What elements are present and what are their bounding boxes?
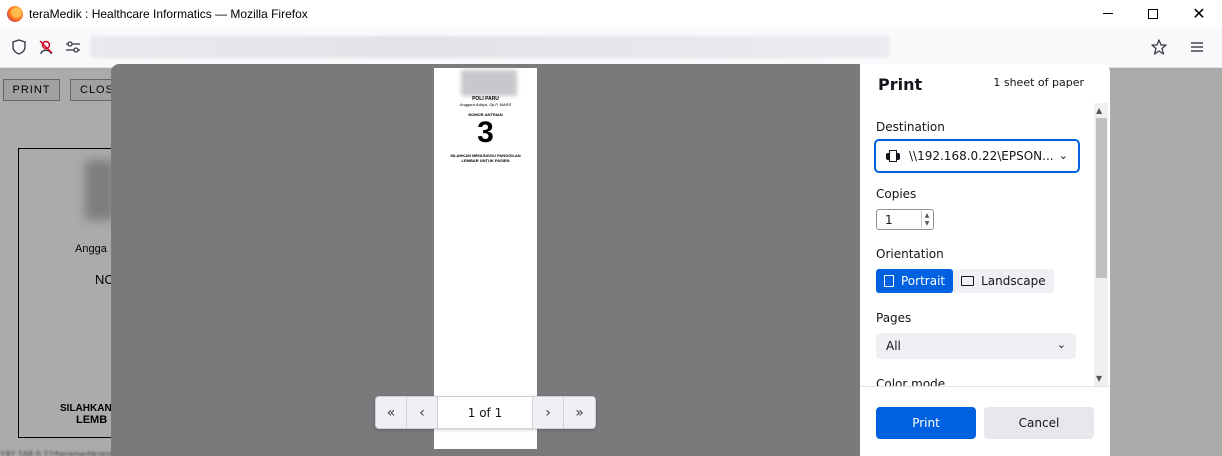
scrollbar-thumb[interactable]	[1096, 118, 1107, 278]
preview-logo-blurred	[461, 70, 517, 96]
minimize-button[interactable]	[1085, 0, 1131, 27]
prev-page-button[interactable]: ‹	[407, 397, 438, 428]
double-chevron-right-icon: »	[575, 404, 584, 421]
scroll-down-icon[interactable]: ▼	[1096, 374, 1102, 383]
window-titlebar: teraMedik : Healthcare Informatics — Moz…	[0, 0, 1222, 27]
copies-input[interactable]: 1 ▲ ▼	[876, 209, 934, 230]
bookmark-star-icon[interactable]	[1150, 38, 1168, 56]
pages-select[interactable]: All ⌄	[876, 333, 1076, 359]
chevron-left-icon: ‹	[419, 404, 425, 421]
portrait-icon	[884, 275, 894, 287]
page-navigator: « ‹ 1 of 1 › »	[375, 396, 596, 429]
landscape-label: Landscape	[981, 274, 1046, 288]
preview-doctor: Anggara Aditya, Sp.P, MARS	[459, 102, 512, 107]
chevron-down-icon: ⌄	[1058, 149, 1068, 162]
preview-note-2: LEMBAR UNTUK PASIEN	[461, 158, 510, 163]
shield-icon[interactable]	[10, 38, 28, 56]
destination-value: \\192.168.0.22\EPSON...	[909, 149, 1054, 163]
double-chevron-left-icon: «	[386, 404, 396, 421]
copies-value: 1	[885, 212, 893, 227]
copies-stepper[interactable]: ▲ ▼	[921, 211, 932, 228]
permissions-icon[interactable]	[64, 38, 82, 56]
color-mode-label: Color mode	[876, 377, 946, 386]
pages-value: All	[886, 339, 901, 353]
preview-queue-number: 3	[477, 116, 494, 149]
pages-chevron-down-icon: ⌄	[1056, 338, 1066, 351]
spin-up-icon: ▲	[924, 211, 930, 219]
scroll-up-icon[interactable]: ▲	[1096, 106, 1102, 115]
close-icon: ✕	[1192, 3, 1206, 23]
orientation-toggle: Portrait Landscape	[876, 269, 1054, 293]
print-button[interactable]: Print	[876, 407, 976, 439]
tracking-protection-icon[interactable]	[37, 38, 55, 56]
portrait-label: Portrait	[901, 274, 946, 288]
close-window-button[interactable]: ✕	[1176, 0, 1222, 27]
maximize-button[interactable]	[1130, 0, 1176, 27]
spin-down-icon: ▼	[924, 220, 930, 228]
url-bar[interactable]	[90, 36, 890, 58]
first-page-button[interactable]: «	[376, 397, 407, 428]
next-page-button[interactable]: ›	[533, 397, 564, 428]
firefox-logo-icon	[7, 5, 23, 22]
print-settings-panel: Print 1 sheet of paper Destination \\192…	[860, 64, 1110, 456]
preview-page-sheet: POLI PARU Anggara Aditya, Sp.P, MARS NOM…	[434, 68, 537, 449]
orientation-label: Orientation	[876, 247, 944, 261]
last-page-button[interactable]: »	[564, 397, 595, 428]
maximize-icon	[1148, 8, 1158, 19]
print-panel-footer: Print Cancel	[860, 386, 1110, 456]
printer-icon	[886, 150, 900, 162]
window-title: teraMedik : Healthcare Informatics — Moz…	[29, 6, 308, 21]
destination-label: Destination	[876, 120, 945, 134]
landscape-icon	[961, 276, 975, 286]
sheet-count: 1 sheet of paper	[993, 76, 1084, 89]
pages-label: Pages	[876, 311, 912, 325]
chevron-right-icon: ›	[545, 404, 551, 421]
copies-label: Copies	[876, 187, 917, 201]
print-panel-header: Print 1 sheet of paper	[860, 64, 1110, 104]
page-indicator: 1 of 1	[438, 397, 533, 428]
menu-hamburger-icon[interactable]	[1188, 38, 1206, 56]
minimize-icon	[1103, 13, 1113, 14]
landscape-button[interactable]: Landscape	[953, 269, 1053, 293]
destination-select[interactable]: \\192.168.0.22\EPSON... ⌄	[874, 139, 1080, 173]
portrait-button[interactable]: Portrait	[876, 269, 954, 293]
print-panel-title: Print	[878, 75, 923, 94]
cancel-button[interactable]: Cancel	[984, 407, 1094, 439]
